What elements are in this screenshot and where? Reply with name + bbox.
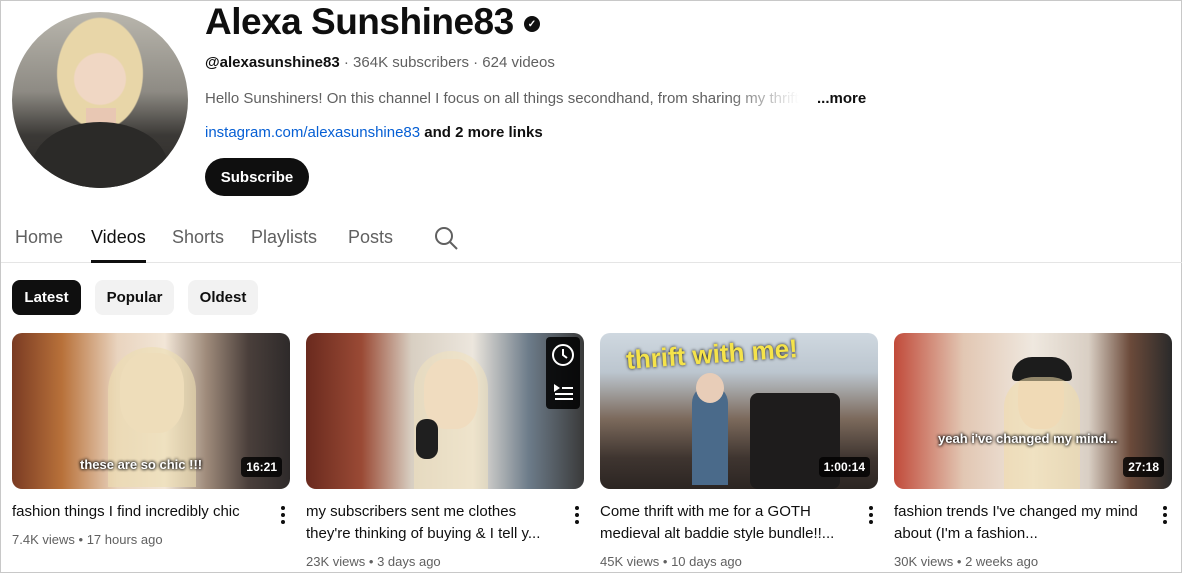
view-count: 7.4K views: [12, 532, 75, 547]
watch-later-icon[interactable]: [551, 343, 575, 367]
chip-oldest[interactable]: Oldest: [188, 280, 258, 315]
subscribe-button[interactable]: Subscribe: [205, 158, 309, 196]
verified-icon: ✓: [523, 16, 540, 32]
tab-home[interactable]: Home: [15, 227, 63, 248]
channel-meta: @alexasunshine83 · 364K subscribers · 62…: [205, 54, 555, 71]
channel-links: instagram.com/alexasunshine83 and 2 more…: [205, 124, 543, 141]
video-title[interactable]: my subscribers sent me clothes they're t…: [306, 501, 556, 545]
more-options-icon[interactable]: [278, 505, 288, 525]
tab-playlists[interactable]: Playlists: [251, 227, 317, 248]
video-thumbnail[interactable]: yeah i've changed my mind... 27:18: [894, 333, 1172, 489]
channel-name: Alexa Sunshine83 ✓: [205, 1, 540, 43]
tab-videos[interactable]: Videos: [91, 227, 146, 248]
video-stats: 45K views • 10 days ago: [600, 554, 742, 569]
tab-posts[interactable]: Posts: [348, 227, 393, 248]
description-more-button[interactable]: ...more: [817, 90, 866, 107]
upload-age: 17 hours ago: [86, 532, 163, 547]
video-duration: 16:21: [241, 457, 282, 477]
thumbnail-caption: these are so chic !!!: [80, 457, 203, 472]
more-options-icon[interactable]: [572, 505, 582, 525]
video-stats: 30K views • 2 weeks ago: [894, 554, 1039, 569]
video-stats: 7.4K views • 17 hours ago: [12, 532, 163, 547]
view-count: 23K views: [306, 554, 366, 569]
view-count: 45K views: [600, 554, 660, 569]
upload-age: 10 days ago: [671, 554, 742, 569]
thumbnail-caption: yeah i've changed my mind...: [938, 431, 1118, 446]
channel-description-text: Hello Sunshiners! On this channel I focu…: [205, 90, 799, 107]
channel-tabs: Home Videos Shorts Playlists Posts: [1, 216, 1182, 263]
upload-age: 3 days ago: [377, 554, 441, 569]
video-thumbnail[interactable]: [306, 333, 584, 489]
thumbnail-caption: thrift with me!: [625, 333, 799, 375]
video-duration: 27:18: [1123, 457, 1164, 477]
video-stats: 23K views • 3 days ago: [306, 554, 441, 569]
add-to-queue-icon[interactable]: [551, 379, 575, 403]
instagram-link[interactable]: instagram.com/alexasunshine83: [205, 124, 420, 141]
view-count: 30K views: [894, 554, 954, 569]
more-links-button[interactable]: and 2 more links: [424, 124, 542, 141]
more-options-icon[interactable]: [866, 505, 876, 525]
video-thumbnail[interactable]: these are so chic !!! 16:21: [12, 333, 290, 489]
chip-latest[interactable]: Latest: [12, 280, 81, 315]
video-duration: 1:00:14: [818, 457, 870, 477]
tab-shorts[interactable]: Shorts: [172, 227, 224, 248]
video-thumbnail[interactable]: thrift with me! 1:00:14: [600, 333, 878, 489]
channel-name-text: Alexa Sunshine83: [205, 1, 514, 42]
upload-age: 2 weeks ago: [965, 554, 1039, 569]
thumbnail-hover-actions: [546, 337, 580, 409]
subscriber-count: 364K subscribers: [353, 54, 469, 71]
channel-handle: @alexasunshine83: [205, 54, 340, 71]
more-options-icon[interactable]: [1160, 505, 1170, 525]
video-title[interactable]: fashion trends I've changed my mind abou…: [894, 501, 1144, 545]
video-title[interactable]: Come thrift with me for a GOTH medieval …: [600, 501, 850, 545]
chip-popular[interactable]: Popular: [95, 280, 174, 315]
microphone: [416, 419, 438, 459]
video-count: 624 videos: [482, 54, 555, 71]
active-tab-indicator: [91, 260, 146, 263]
channel-description[interactable]: Hello Sunshiners! On this channel I focu…: [205, 90, 825, 107]
search-icon[interactable]: [433, 225, 459, 251]
channel-avatar: [12, 12, 188, 188]
video-title[interactable]: fashion things I find incredibly chic: [12, 501, 262, 523]
